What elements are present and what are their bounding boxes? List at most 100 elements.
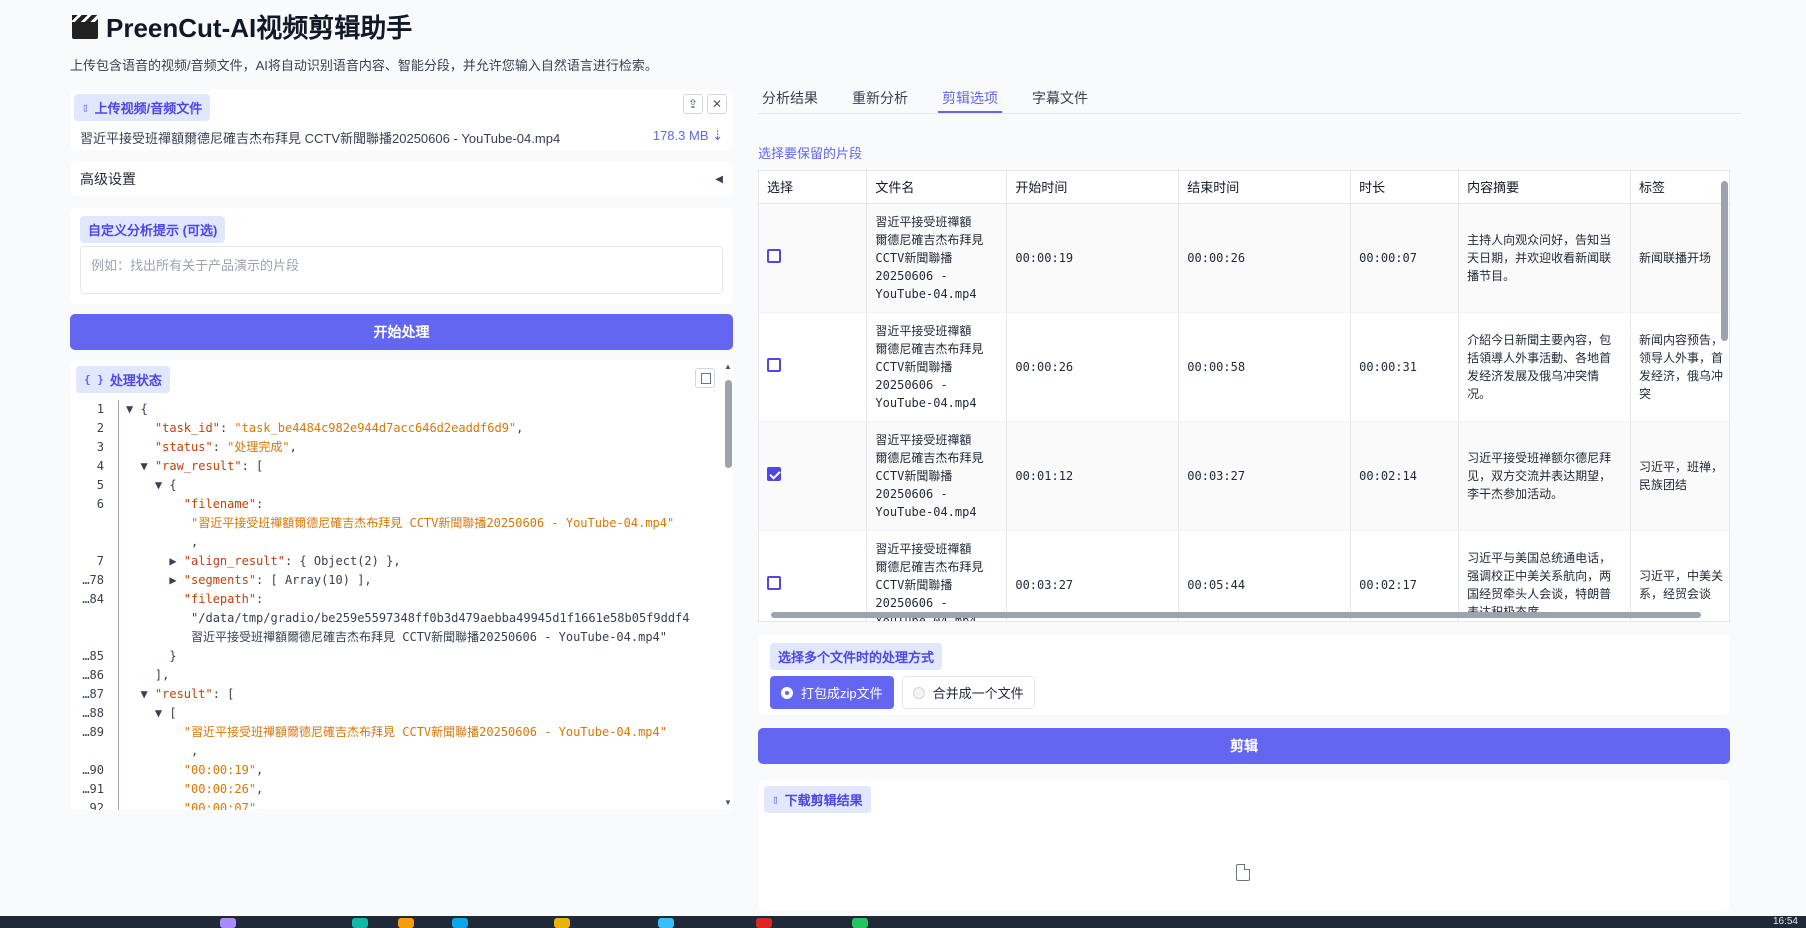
table-row[interactable]: 習近平接受班禪額爾德尼確吉杰布拜見CCTV新聞聯播20250606 -YouTu… [759,421,1729,531]
code-line: 習近平接受班禪額爾德尼確吉杰布拜見 CCTV新聞聯播20250606 - You… [70,628,721,647]
code-gutter [118,780,126,799]
taskbar-app-icon[interactable] [352,918,368,928]
table-horizontal-scrollbar[interactable] [771,612,1701,618]
collapse-triangle-icon[interactable]: ◀ [715,174,723,185]
radio-option-1[interactable]: 打包成zip文件 [770,676,894,709]
end-time-cell[interactable]: 00:05:44 [1178,530,1352,621]
radio-dot[interactable] [912,686,925,699]
radio-label: 合并成一个文件 [932,686,1024,701]
select-checkbox[interactable] [767,358,781,372]
taskbar-app-icon[interactable] [852,918,868,928]
taskbar-app-icon[interactable] [398,918,414,928]
scroll-down-icon[interactable]: ▼ [724,798,732,807]
advanced-settings-accordion[interactable]: 高级设置 ◀ [70,162,733,196]
tags-cell: 习近平，中美关 系，经贸会谈 [1630,530,1729,621]
tab-2[interactable]: 重新分析 [848,80,912,113]
summary-line: 介紹今日新聞主要內容，包 [1467,332,1612,347]
filename-line: YouTube-04.mp4 [875,504,977,519]
code-text: "習近平接受班禪額爾德尼確吉杰布拜見 CCTV新聞聯播20250606 - Yo… [191,516,675,530]
summary-line: 天日期，并欢迎收看新闻联 [1467,250,1612,265]
code-line: , [70,533,721,552]
table-row[interactable]: 習近平接受班禪額爾德尼確吉杰布拜見CCTV新聞聯播20250606 -YouTu… [759,312,1729,422]
summary-line: 主持人向观众问好，告知当 [1467,232,1612,247]
code-text: ▼ "raw_result": [ [126,459,264,473]
taskbar-app-icon[interactable] [452,918,468,928]
select-cell[interactable] [759,203,868,313]
close-icon[interactable]: ✕ [707,94,727,114]
code-gutter [118,552,126,571]
table-row[interactable]: 習近平接受班禪額爾德尼確吉杰布拜見CCTV新聞聯播20250606 -YouTu… [759,203,1729,313]
app-subtitle: 上传包含语音的视频/音频文件，AI将自动识别语音内容、智能分段，并允许您输入自然… [70,58,658,73]
code-text: ▼ { [126,478,177,492]
code-text: ], [126,668,170,682]
tab-1[interactable]: 分析结果 [758,80,822,113]
file-icon: ▯ [772,793,779,806]
select-cell[interactable] [759,530,868,621]
code-gutter [118,400,126,419]
summary-cell: 习近平接受班禅额尔德尼拜 见，双方交流并表达期望， 李干杰参加活动。 [1458,421,1632,531]
line-number: 2 [96,421,104,435]
filename-line: 爾德尼確吉杰布拜見 [875,450,984,465]
radio-dot[interactable] [781,686,793,699]
tab-4[interactable]: 字幕文件 [1028,80,1092,113]
uploaded-filename[interactable]: 習近平接受班禪額爾德尼確吉杰布拜見 CCTV新聞聯播20250606 - You… [80,128,560,147]
tags-line: 新闻联播开场 [1639,250,1712,265]
status-scrollbar[interactable]: ▲ ▼ [723,360,733,810]
summary-cell: 主持人向观众问好，告知当 天日期，并欢迎收看新闻联 播节目。 [1458,203,1632,313]
select-cell[interactable] [759,421,868,531]
code-gutter [118,419,126,438]
tags-line: 习近平，班禅， [1639,459,1724,474]
select-cell[interactable] [759,312,868,422]
cut-button[interactable]: 剪辑 [758,728,1730,764]
code-gutter [118,590,126,609]
end-time-cell[interactable]: 00:00:26 [1178,203,1352,313]
table-row[interactable]: 習近平接受班禪額爾德尼確吉杰布拜見CCTV新聞聯播20250606 -YouTu… [759,530,1729,621]
start-processing-button[interactable]: 开始处理 [70,314,733,350]
start-time-cell[interactable]: 00:00:19 [1006,203,1180,313]
code-text: "00:00:07", [183,801,264,810]
custom-prompt-input[interactable]: 例如：找出所有关于产品演示的片段 [80,246,723,294]
taskbar-app-icon[interactable] [658,918,674,928]
code-text: "status": "处理完成", [154,440,297,454]
radio-option-2[interactable]: 合并成一个文件 [901,676,1035,709]
column-header[interactable]: 时长 [1350,171,1460,204]
code-text: , [126,744,199,758]
duration-cell: 00:00:07 [1350,203,1460,313]
column-header[interactable]: 开始时间 [1006,171,1180,204]
upload-icon[interactable]: ⇪ [683,94,703,114]
taskbar-app-icon[interactable] [554,918,570,928]
column-header[interactable]: 内容摘要 [1458,171,1632,204]
select-checkbox[interactable] [767,249,781,263]
column-header[interactable]: 文件名 [866,171,1008,204]
scrollbar-thumb[interactable] [725,380,732,468]
copy-icon[interactable] [695,368,715,388]
end-time-cell[interactable]: 00:03:27 [1178,421,1352,531]
code-line: …90 "00:00:19", [70,761,721,780]
select-checkbox[interactable] [767,576,781,590]
table-vertical-scrollbar[interactable] [1721,181,1728,341]
start-time-cell[interactable]: 00:03:27 [1006,530,1180,621]
column-header[interactable]: 结束时间 [1178,171,1352,204]
column-header[interactable]: 选择 [759,171,868,204]
summary-line: 李干杰参加活动。 [1467,486,1564,501]
code-gutter [118,799,126,810]
start-time-cell[interactable]: 00:01:12 [1006,421,1180,531]
taskbar-app-icon[interactable] [220,918,236,928]
scroll-up-icon[interactable]: ▲ [724,362,732,371]
select-checkbox[interactable] [767,467,781,481]
upload-panel[interactable]: ▯ 上传视频/音频文件 ⇪ ✕ 習近平接受班禪額爾德尼確吉杰布拜見 CCTV新聞聯… [70,90,733,150]
taskbar-clock: 16:54 [1772,916,1798,927]
start-time-cell[interactable]: 00:00:26 [1006,312,1180,422]
code-text: "filepath": [183,592,264,606]
multi-file-mode-label: 选择多个文件时的处理方式 [770,643,943,670]
tab-3[interactable]: 剪辑选项 [938,80,1002,113]
taskbar-app-icon[interactable] [756,918,772,928]
end-time-cell[interactable]: 00:00:58 [1178,312,1352,422]
filename-line: 20250606 - [875,595,948,610]
code-text: "習近平接受班禪額爾德尼確吉杰布拜見 CCTV新聞聯播20250606 - Yo… [183,725,667,739]
summary: 习近平接受班禅额尔德尼拜 见，双方交流并表达期望， 李干杰参加活动。 [1467,449,1622,503]
empty-file-icon [1236,864,1250,881]
file-size-download[interactable]: 178.3 MB ⇣ [653,128,723,144]
line-number [70,742,104,761]
column-header[interactable]: 标签 [1630,171,1729,204]
